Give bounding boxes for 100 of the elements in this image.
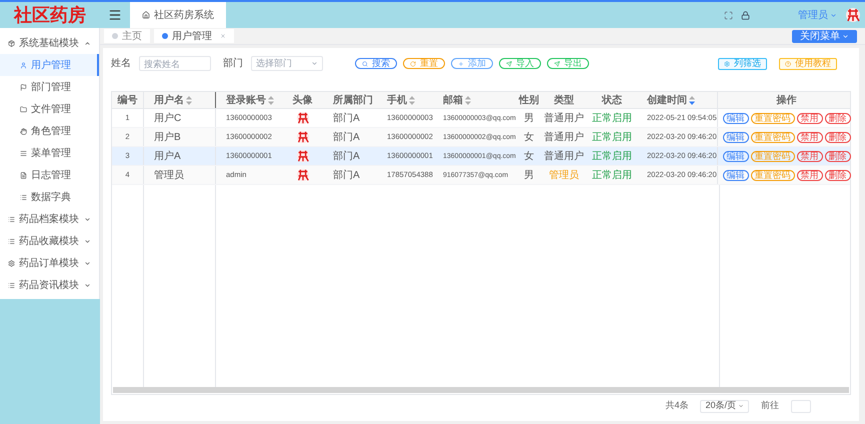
row-action-button[interactable]: 删除 — [824, 132, 850, 142]
row-action-button[interactable]: 禁用 — [796, 170, 822, 180]
sidebar-item[interactable]: 菜单管理 — [0, 142, 99, 164]
row-action-button[interactable]: 禁用 — [796, 132, 822, 142]
page-number-field[interactable] — [791, 400, 811, 412]
page-tab[interactable]: 主页 — [104, 29, 150, 43]
sidebar-group[interactable]: 药品档案模块 — [0, 208, 99, 230]
sidebar-item[interactable]: 角色管理 — [0, 120, 99, 142]
row-action-button[interactable]: 禁用 — [796, 150, 822, 162]
document-icon — [20, 172, 27, 178]
chevron-down-icon — [84, 282, 91, 288]
toolbar-button[interactable]: 添加 — [451, 58, 493, 69]
toolbar-button[interactable]: 导出 — [547, 58, 589, 69]
column-header: 状态 — [602, 94, 622, 108]
caret-icon — [830, 12, 837, 18]
close-icon[interactable] — [220, 33, 226, 39]
hand-icon — [20, 128, 27, 134]
column-header: 创建时间 — [647, 94, 687, 108]
filter-label: 姓名 — [111, 57, 131, 71]
column-header: 性别 — [519, 94, 539, 108]
department-select[interactable]: 选择部门 — [251, 56, 323, 71]
avatar-icon — [296, 168, 310, 182]
table-cell-text: 管理员 — [154, 168, 184, 182]
toolbar-button[interactable]: 重置 — [403, 58, 445, 69]
tool-button[interactable]: 列筛选 — [718, 58, 767, 70]
row-action-button[interactable]: 删除 — [824, 150, 850, 162]
list-icon — [8, 216, 15, 222]
sidebar-item[interactable]: 日志管理 — [0, 164, 99, 186]
sidebar-group[interactable]: 药品资讯模块 — [0, 274, 99, 296]
table-cell-text: 用户A — [154, 150, 181, 164]
row-action-button[interactable]: 编辑 — [722, 112, 748, 124]
table-cell-text: 女 — [524, 130, 534, 144]
row-action-button[interactable]: 重置密码 — [750, 132, 794, 142]
sort-icon[interactable] — [409, 96, 415, 104]
horizontal-scrollbar[interactable] — [113, 387, 849, 393]
sidebar-item[interactable]: 文件管理 — [0, 98, 99, 120]
table-cell-text: 正常启用 — [592, 168, 632, 182]
fullscreen-icon[interactable] — [724, 10, 733, 20]
help-icon — [785, 60, 791, 66]
sidebar-item[interactable]: 用户管理 — [0, 54, 99, 76]
sidebar-group[interactable]: 药品收藏模块 — [0, 230, 99, 252]
sidebar-group[interactable]: 系统基础模块 — [0, 32, 99, 54]
table-cell-text: 正常启用 — [592, 112, 632, 126]
sort-icon[interactable] — [465, 96, 471, 104]
row-action-button[interactable]: 编辑 — [722, 170, 748, 180]
goto-label: 前往 — [761, 399, 779, 412]
row-action-button[interactable]: 删除 — [824, 112, 850, 124]
name-search-field[interactable]: 搜索姓名 — [139, 56, 211, 71]
table-cell-text: 部门A — [333, 168, 360, 182]
table-cell-text: 普通用户 — [544, 112, 584, 126]
table-cell-text: 女 — [524, 150, 534, 164]
row-action-button[interactable]: 编辑 — [722, 150, 748, 162]
column-header: 类型 — [554, 94, 574, 108]
row-action-button[interactable]: 禁用 — [796, 112, 822, 124]
list-icon — [8, 238, 15, 244]
table-cell-text: 正常启用 — [592, 130, 632, 144]
gear-icon — [724, 60, 730, 66]
page-size-select[interactable]: 20条/页 — [700, 400, 749, 412]
chevron-up-icon — [84, 40, 91, 46]
filter-label: 部门 — [223, 56, 243, 71]
close-menu-button[interactable]: 关闭菜单 — [792, 30, 857, 42]
gear-icon — [8, 260, 15, 266]
user-menu[interactable]: 管理员 — [798, 8, 837, 22]
send-icon — [554, 60, 560, 66]
column-header: 头像 — [292, 94, 312, 108]
row-action-button[interactable]: 重置密码 — [750, 170, 794, 180]
toolbar-button[interactable]: 导入 — [499, 58, 541, 69]
chevron-down-icon — [84, 260, 91, 266]
sort-icon[interactable] — [268, 96, 274, 104]
chevron-down-icon — [84, 238, 91, 244]
sidebar-group[interactable]: 药品订单模块 — [0, 252, 99, 274]
tool-button[interactable]: 使用教程 — [779, 58, 837, 70]
row-action-button[interactable]: 重置密码 — [750, 112, 794, 124]
table-cell-text: 正常启用 — [592, 150, 632, 164]
toolbar-button[interactable]: 搜索 — [355, 58, 397, 69]
column-header: 用户名 — [154, 93, 184, 108]
search-icon — [362, 60, 368, 66]
flag-icon — [20, 84, 27, 90]
list-icon — [20, 194, 27, 200]
row-action-button[interactable]: 编辑 — [722, 132, 748, 142]
table-cell-text: 部门A — [333, 130, 360, 144]
table-cell-text: 用户B — [154, 130, 181, 144]
sidebar-item[interactable]: 部门管理 — [0, 76, 99, 98]
chevron-down-icon — [84, 216, 91, 222]
lock-icon[interactable] — [741, 10, 750, 20]
row-action-button[interactable]: 重置密码 — [750, 150, 794, 162]
sidebar-item[interactable]: 数据字典 — [0, 186, 99, 208]
table-cell-text: 管理员 — [549, 168, 579, 182]
column-header: 邮箱 — [443, 94, 463, 108]
chevron-down-icon — [738, 403, 744, 409]
sort-icon[interactable] — [186, 96, 192, 104]
page-tab[interactable]: 用户管理 — [154, 29, 234, 43]
column-header: 操作 — [776, 94, 796, 108]
box-icon — [8, 40, 15, 46]
avatar-icon — [845, 7, 861, 23]
row-action-button[interactable]: 删除 — [824, 170, 850, 180]
table-cell-text: 用户C — [154, 112, 182, 126]
breadcrumb-tab[interactable]: 社区药房系统 — [130, 2, 226, 28]
table-cell-text: 男 — [524, 112, 534, 126]
sort-icon[interactable] — [689, 96, 695, 104]
